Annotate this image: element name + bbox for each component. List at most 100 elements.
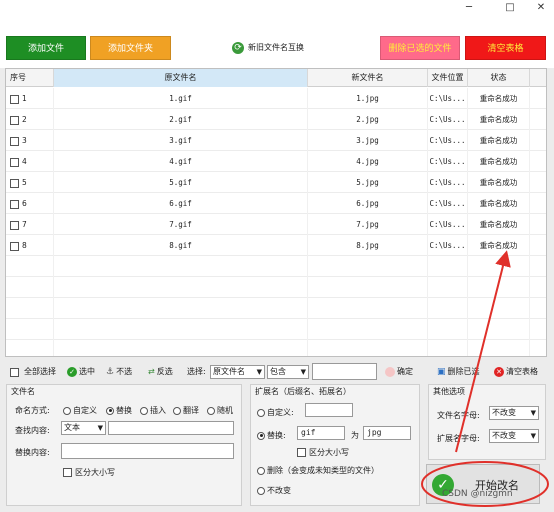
new-name-cell: 6.jpg bbox=[308, 193, 428, 214]
mode-custom-radio[interactable]: 自定义 bbox=[63, 405, 97, 416]
invert-button[interactable]: ⇄ 反选 bbox=[148, 365, 173, 379]
original-name-cell: 6.gif bbox=[54, 193, 308, 214]
location-cell: C:\Us... bbox=[428, 130, 468, 151]
status-cell: 重命名成功 bbox=[468, 235, 530, 256]
new-name-cell: 5.jpg bbox=[308, 172, 428, 193]
row-index: 5 bbox=[22, 178, 27, 187]
filter-input[interactable] bbox=[312, 363, 377, 380]
toolbar-clear-label: 清空表格 bbox=[506, 367, 538, 376]
toolbar-delete-selected-button[interactable]: ▣ 删除已选 bbox=[437, 365, 480, 379]
confirm-icon bbox=[385, 367, 395, 377]
swap-names-button[interactable]: ⟳ 新旧文件名互换 bbox=[232, 39, 304, 57]
empty-cell bbox=[54, 298, 308, 319]
row-index-cell[interactable]: 8 bbox=[6, 235, 54, 256]
mode-random-radio[interactable]: 随机 bbox=[207, 405, 233, 416]
col-status[interactable]: 状态 bbox=[468, 69, 530, 87]
find-input[interactable] bbox=[108, 421, 234, 435]
delete-selected-button[interactable]: 删除已选的文件 bbox=[380, 36, 460, 60]
empty-cell bbox=[428, 340, 468, 356]
empty-cell bbox=[428, 277, 468, 298]
row-index: 2 bbox=[22, 115, 27, 124]
row-checkbox[interactable] bbox=[10, 241, 19, 251]
toolbar-clear-table-button[interactable]: ✕ 清空表格 bbox=[494, 365, 538, 379]
chevron-down-icon: ▼ bbox=[530, 432, 536, 440]
empty-cell bbox=[308, 256, 428, 277]
mode-random-label: 随机 bbox=[217, 406, 233, 415]
col-original[interactable]: 原文件名 bbox=[54, 69, 308, 87]
row-checkbox[interactable] bbox=[10, 157, 19, 167]
original-name-cell: 4.gif bbox=[54, 151, 308, 172]
empty-cell bbox=[468, 277, 530, 298]
col-index[interactable]: 序号 bbox=[6, 69, 54, 87]
chevron-down-icon: ▼ bbox=[530, 409, 536, 417]
location-cell: C:\Us... bbox=[428, 109, 468, 130]
table-row bbox=[6, 319, 546, 340]
ext-custom-radio[interactable]: 自定义: bbox=[257, 407, 294, 418]
table-row[interactable]: 2 2.gif 2.jpg C:\Us... 重命名成功 bbox=[6, 109, 546, 130]
table-row[interactable]: 7 7.gif 7.jpg C:\Us... 重命名成功 bbox=[6, 214, 546, 235]
col-new[interactable]: 新文件名 bbox=[308, 69, 428, 87]
mode-insert-radio[interactable]: 插入 bbox=[140, 405, 166, 416]
status-cell: 重命名成功 bbox=[468, 172, 530, 193]
original-name-cell: 3.gif bbox=[54, 130, 308, 151]
ext-case-checkbox[interactable]: 区分大小写 bbox=[297, 447, 349, 458]
maximize-icon[interactable]: □ bbox=[495, 0, 525, 18]
select-button[interactable]: ✓ 选中 bbox=[67, 365, 95, 379]
add-folder-button[interactable]: 添加文件夹 bbox=[90, 36, 171, 60]
row-checkbox[interactable] bbox=[10, 220, 19, 230]
row-checkbox[interactable] bbox=[10, 136, 19, 146]
match-select[interactable]: 包含 ▼ bbox=[267, 365, 309, 379]
table-row[interactable]: 3 3.gif 3.jpg C:\Us... 重命名成功 bbox=[6, 130, 546, 151]
row-index-cell[interactable]: 3 bbox=[6, 130, 54, 151]
ext-to-input[interactable]: jpg bbox=[363, 426, 411, 440]
row-index: 3 bbox=[22, 136, 27, 145]
row-checkbox[interactable] bbox=[10, 94, 19, 104]
clear-table-button[interactable]: 清空表格 bbox=[465, 36, 546, 60]
table-row[interactable]: 4 4.gif 4.jpg C:\Us... 重命名成功 bbox=[6, 151, 546, 172]
chevron-down-icon: ▼ bbox=[256, 368, 262, 376]
table-row[interactable]: 1 1.gif 1.jpg C:\Us... 重命名成功 bbox=[6, 88, 546, 109]
other-options-group: 其他选项 文件名字母: 不改变 ▼ 扩展名字母: 不改变 ▼ bbox=[428, 384, 546, 460]
mode-replace-radio[interactable]: 替换 bbox=[106, 405, 132, 416]
confirm-button[interactable]: 确定 bbox=[385, 365, 413, 379]
col-location[interactable]: 文件位置 bbox=[428, 69, 468, 87]
new-name-cell: 8.jpg bbox=[308, 235, 428, 256]
filename-case-checkbox[interactable]: 区分大小写 bbox=[63, 467, 115, 478]
confirm-label: 确定 bbox=[397, 367, 413, 376]
ext-replace-radio[interactable]: 替换: bbox=[257, 430, 286, 441]
minimize-icon[interactable]: ─ bbox=[454, 0, 484, 18]
row-index-cell[interactable]: 2 bbox=[6, 109, 54, 130]
row-checkbox[interactable] bbox=[10, 115, 19, 125]
close-icon[interactable]: ✕ bbox=[526, 0, 554, 18]
ext-case-select[interactable]: 不改变 ▼ bbox=[489, 429, 539, 443]
row-index-cell[interactable]: 6 bbox=[6, 193, 54, 214]
name-case-select[interactable]: 不改变 ▼ bbox=[489, 406, 539, 420]
replace-input[interactable] bbox=[61, 443, 234, 459]
invert-label: 反选 bbox=[156, 367, 173, 376]
table-row[interactable]: 6 6.gif 6.jpg C:\Us... 重命名成功 bbox=[6, 193, 546, 214]
ext-unchanged-radio[interactable]: 不改变 bbox=[257, 485, 291, 496]
row-index-cell[interactable]: 4 bbox=[6, 151, 54, 172]
empty-cell bbox=[308, 319, 428, 340]
deselect-button[interactable]: ⚓ 不选 bbox=[106, 365, 132, 379]
ext-delete-radio[interactable]: 删除（会变成未知类型的文件） bbox=[257, 465, 379, 476]
row-index-cell[interactable]: 5 bbox=[6, 172, 54, 193]
empty-cell bbox=[6, 298, 54, 319]
table-row[interactable]: 8 8.gif 8.jpg C:\Us... 重命名成功 bbox=[6, 235, 546, 256]
find-type-select[interactable]: 文本 ▼ bbox=[61, 421, 106, 435]
row-checkbox[interactable] bbox=[10, 199, 19, 209]
ext-from-input[interactable]: gif bbox=[297, 426, 345, 440]
select-all-checkbox[interactable]: 全部选择 bbox=[10, 365, 56, 379]
row-index-cell[interactable]: 7 bbox=[6, 214, 54, 235]
empty-cell bbox=[54, 256, 308, 277]
original-name-cell: 8.gif bbox=[54, 235, 308, 256]
table-row[interactable]: 5 5.gif 5.jpg C:\Us... 重命名成功 bbox=[6, 172, 546, 193]
location-cell: C:\Us... bbox=[428, 235, 468, 256]
mode-translate-radio[interactable]: 翻译 bbox=[173, 405, 199, 416]
add-file-button[interactable]: 添加文件 bbox=[6, 36, 86, 60]
field-select[interactable]: 原文件名 ▼ bbox=[210, 365, 265, 379]
row-checkbox[interactable] bbox=[10, 178, 19, 188]
row-index-cell[interactable]: 1 bbox=[6, 88, 54, 109]
ext-custom-input[interactable] bbox=[305, 403, 353, 417]
ext-replace-label: 替换: bbox=[267, 431, 286, 440]
